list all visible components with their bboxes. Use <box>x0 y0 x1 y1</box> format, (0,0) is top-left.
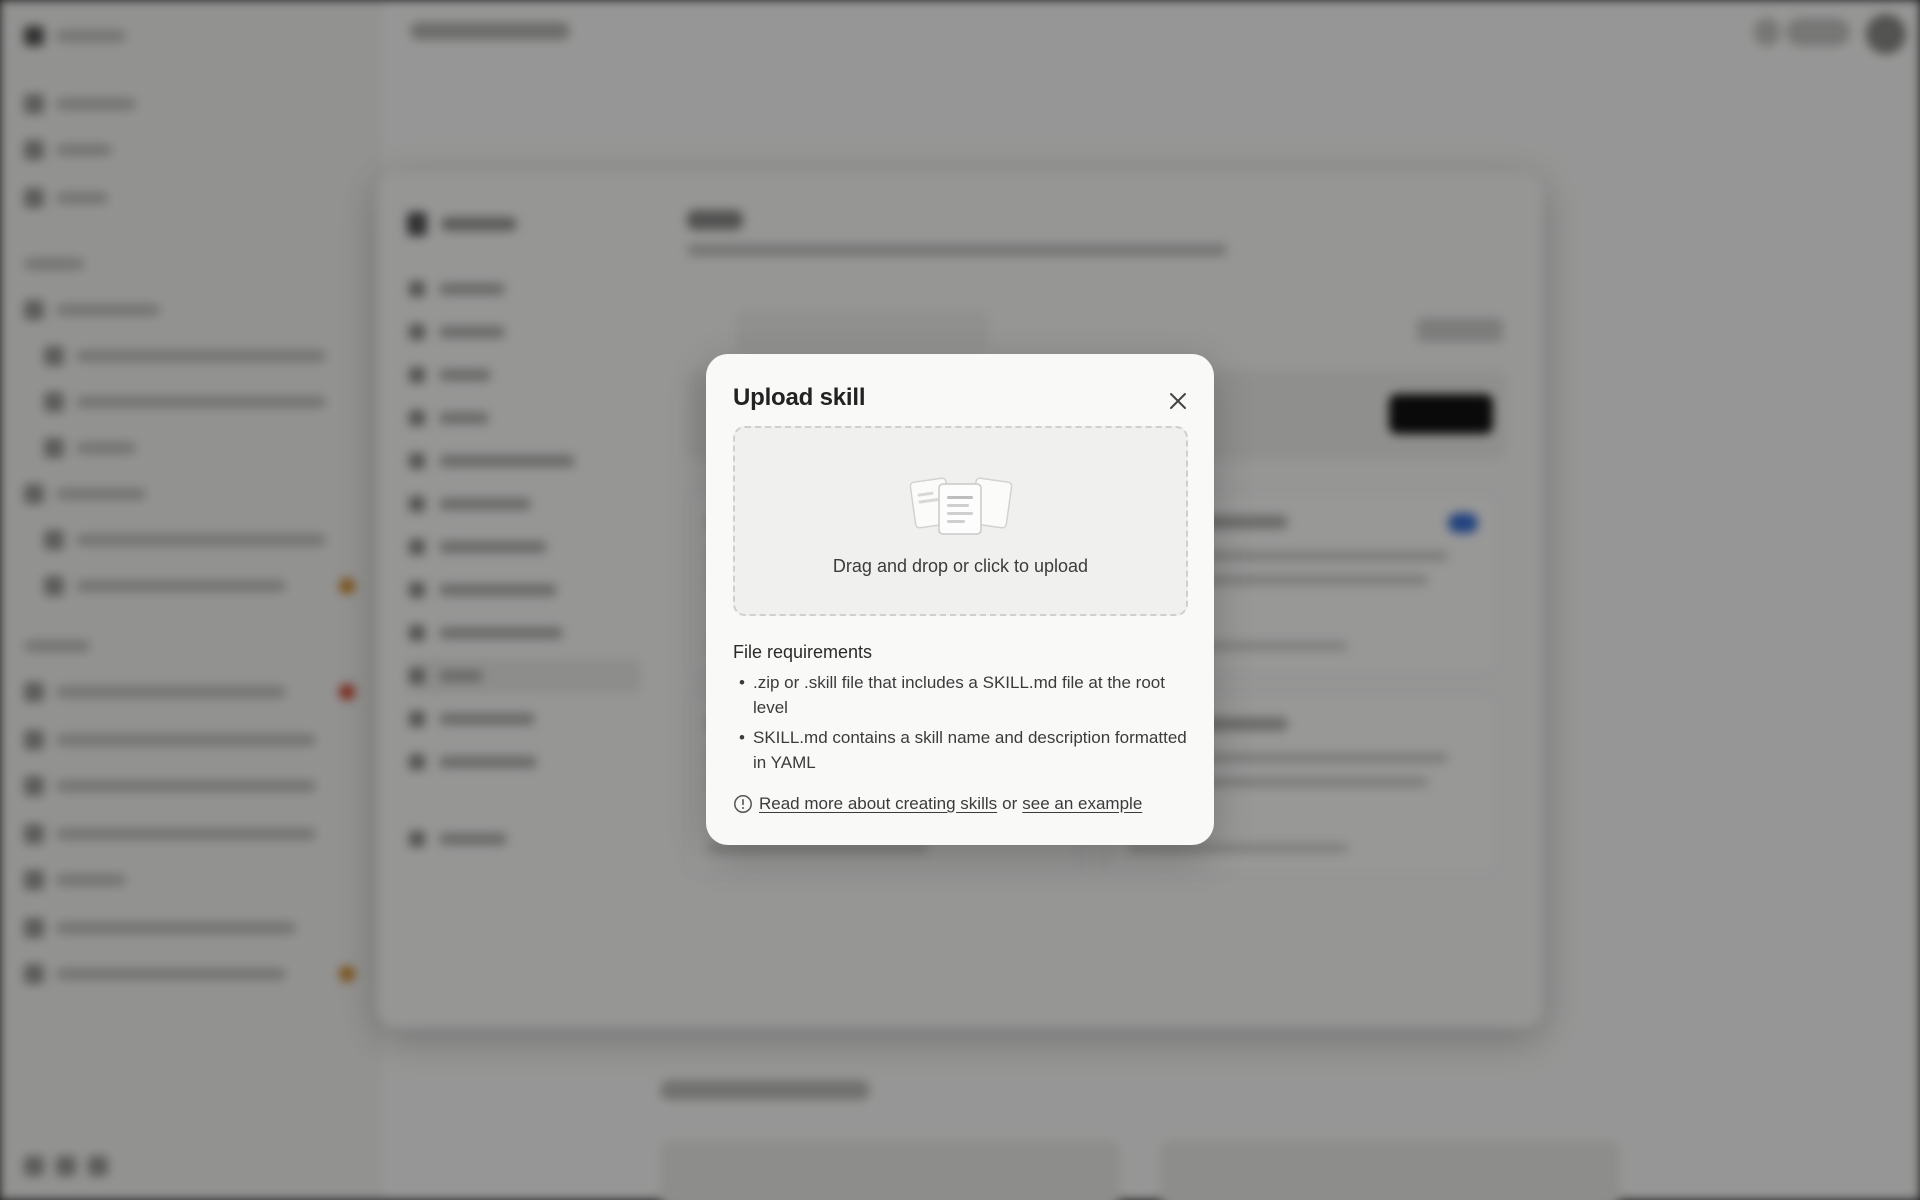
documents-illustration-icon <box>909 477 1013 535</box>
upload-dropzone[interactable]: Drag and drop or click to upload <box>733 426 1188 616</box>
dialog-title: Upload skill <box>733 384 866 411</box>
dropzone-label: Drag and drop or click to upload <box>832 556 1089 576</box>
close-button[interactable] <box>1163 386 1193 416</box>
info-icon <box>733 794 753 814</box>
requirement-item: SKILL.md contains a skill name and descr… <box>733 725 1193 775</box>
creating-skills-link[interactable]: Read more about creating skills <box>759 794 997 814</box>
close-icon <box>1170 393 1186 409</box>
see-example-link[interactable]: see an example <box>1022 794 1142 814</box>
requirement-item: .zip or .skill file that includes a SKIL… <box>733 670 1193 720</box>
requirements-title: File requirements <box>733 642 873 662</box>
upload-skill-dialog: Upload skill Drag and drop or click to u… <box>706 354 1214 845</box>
help-links-row: Read more about creating skills or see a… <box>733 794 1142 814</box>
link-separator: or <box>1002 794 1018 813</box>
requirements-list: .zip or .skill file that includes a SKIL… <box>733 670 1193 780</box>
